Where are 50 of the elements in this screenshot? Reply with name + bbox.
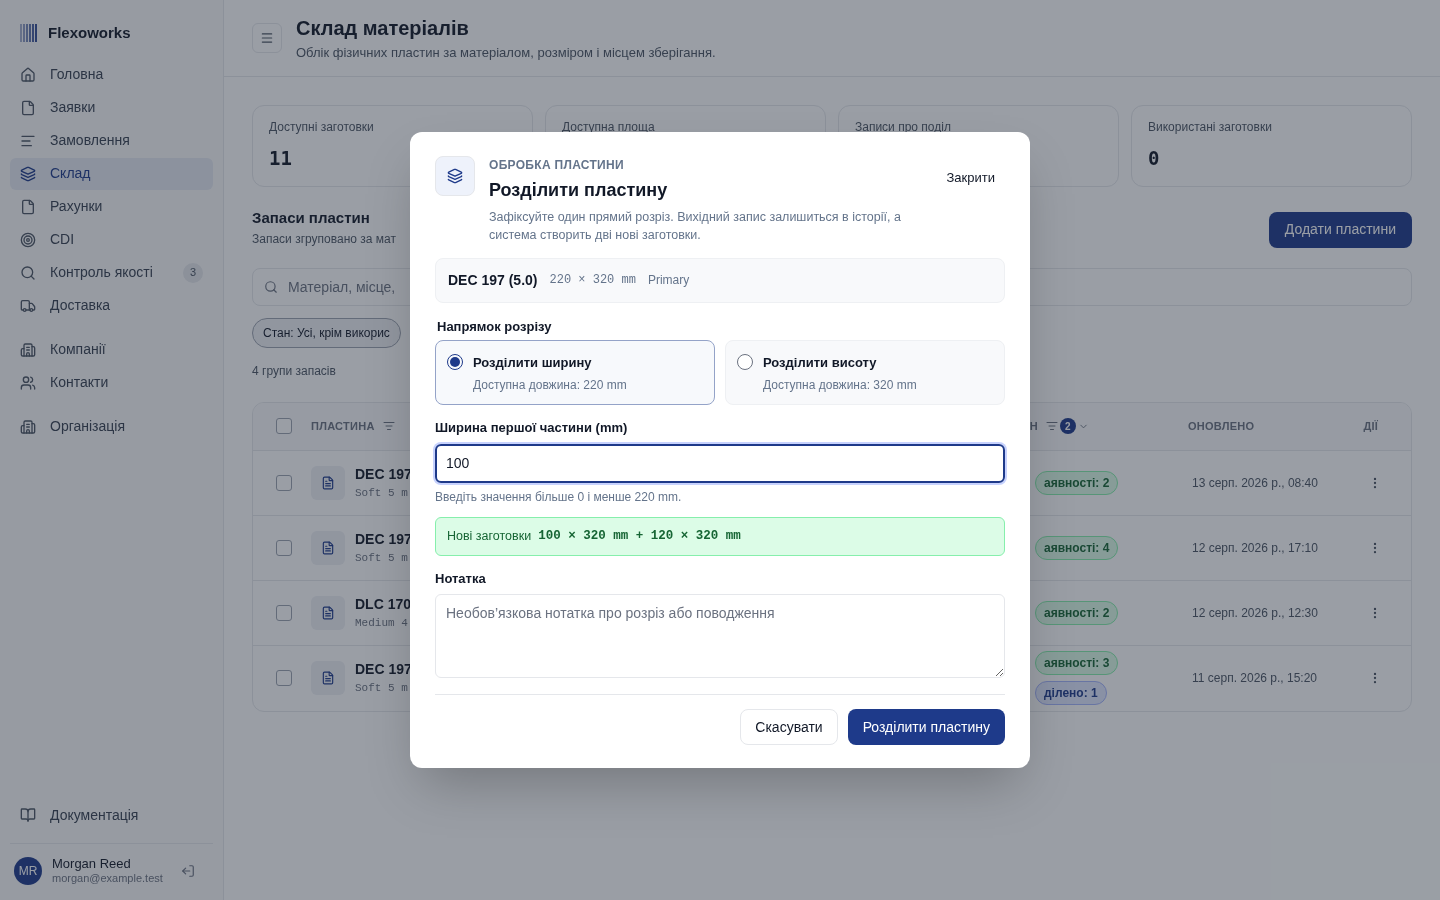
plate-name: DEC 197: [355, 660, 412, 680]
updated-date: 13 серп. 2026 р., 08:40: [1192, 474, 1319, 492]
section-subtitle: Запаси згруповано за мат: [252, 230, 396, 248]
page-title: Склад матеріалів: [296, 16, 470, 42]
stat-value: 0: [1148, 146, 1160, 171]
plate-name: DLC 170: [355, 594, 412, 614]
result-count: 4 групи запасів: [252, 362, 336, 380]
plate-name: DEC 197: [355, 529, 412, 549]
updated-date: 12 серп. 2026 р., 12:30: [1192, 604, 1319, 622]
field-label: Напрямок розрізу: [437, 317, 553, 336]
plate-spec: Soft 5 m: [355, 550, 408, 566]
plate-name: DEC 197 (5.0): [448, 270, 538, 290]
field-label: Ширина першої частини (mm): [435, 419, 629, 438]
status-badge: аявності: 2: [1035, 600, 1119, 625]
option-title: Розділити ширину: [473, 354, 593, 373]
section-title: Запаси пластин: [252, 208, 371, 228]
plate-grade: Primary: [647, 272, 690, 290]
plate-name: DEC 197: [355, 464, 412, 484]
stat-label: Доступні заготовки: [269, 119, 374, 136]
option-hint: Доступна довжина: 320 mm: [763, 376, 917, 394]
plate-spec: Medium 4: [355, 615, 408, 631]
status-badge: ділено: 1: [1035, 681, 1107, 705]
field-label: Нотатка: [435, 569, 487, 588]
dialog-eyebrow: ОБРОБКА ПЛАСТИНИ: [489, 156, 625, 174]
field-help: Введіть значення більше 0 і менше 220 mm.: [435, 488, 683, 506]
option-hint: Доступна довжина: 220 mm: [473, 376, 627, 394]
brand-name: Flexoworks: [48, 23, 131, 43]
stat-label: Записи про поділ: [855, 119, 951, 136]
stat-label: Використані заготовки: [1148, 119, 1272, 136]
plate-spec: Soft 5 m: [355, 681, 408, 697]
status-badge: аявності: 4: [1035, 535, 1119, 560]
option-title: Розділити висоту: [763, 354, 878, 373]
stat-value: 11: [269, 146, 292, 171]
plate-size: 220 × 320 mm: [549, 272, 636, 290]
status-badge: аявності: 3: [1035, 651, 1119, 675]
filter-count-badge: 2: [1059, 418, 1076, 434]
plate-spec: Soft 5 m: [355, 485, 408, 501]
dialog-description: Зафіксуйте один прямий розріз. Вихідний запис залишиться в історії, а система створить дві нові заготовки.: [489, 208, 902, 244]
user-email: morgan@example.test: [52, 872, 164, 886]
avatar: MR: [14, 857, 42, 885]
dialog-title: Розділити пластину: [489, 178, 669, 202]
updated-date: 11 серп. 2026 р., 15:20: [1192, 670, 1319, 687]
status-badge: аявності: 2: [1035, 470, 1119, 495]
column-header: ДІЇ: [1363, 418, 1379, 434]
user-name: Morgan Reed: [52, 856, 132, 873]
preview-value: 100 × 320 mm + 120 × 320 mm: [538, 527, 741, 545]
preview-label: Нові заготовки: [447, 527, 532, 545]
page-subtitle: Облік фізичних пластин за матеріалом, розміром і місцем зберігання.: [296, 44, 716, 63]
updated-date: 12 серп. 2026 р., 17:10: [1192, 539, 1319, 557]
count-badge: 3: [183, 262, 203, 283]
